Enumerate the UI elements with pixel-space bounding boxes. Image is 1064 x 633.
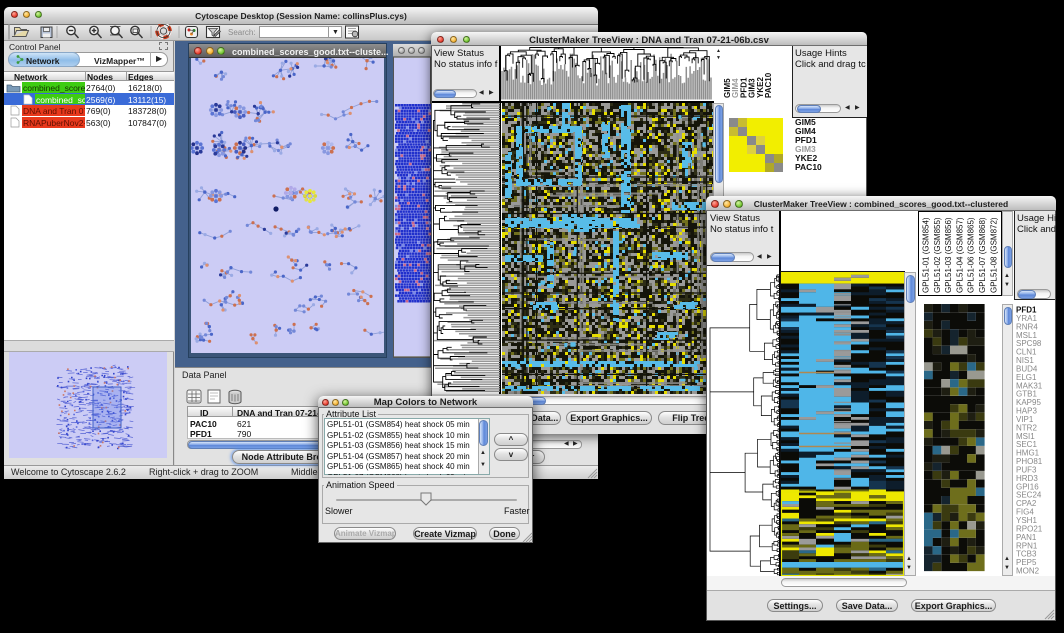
svg-text:GPL51-06 (GSM865): GPL51-06 (GSM865) [967,217,976,293]
svg-text:GPL51-03 (GSM856): GPL51-03 (GSM856) [944,217,953,293]
svg-text:PAC10: PAC10 [764,72,773,98]
svg-text:GPL51-02 (GSM855): GPL51-02 (GSM855) [933,217,942,293]
svg-text:GPL51-08 (GSM872): GPL51-08 (GSM872) [989,217,998,293]
svg-text:GPL51-04 (GSM857): GPL51-04 (GSM857) [955,217,964,293]
svg-text:GPL51-01 (GSM854): GPL51-01 (GSM854) [922,217,931,293]
svg-text:GPL51-07 (GSM868): GPL51-07 (GSM868) [978,217,987,293]
svg-text:MON2: MON2 [1016,567,1040,576]
